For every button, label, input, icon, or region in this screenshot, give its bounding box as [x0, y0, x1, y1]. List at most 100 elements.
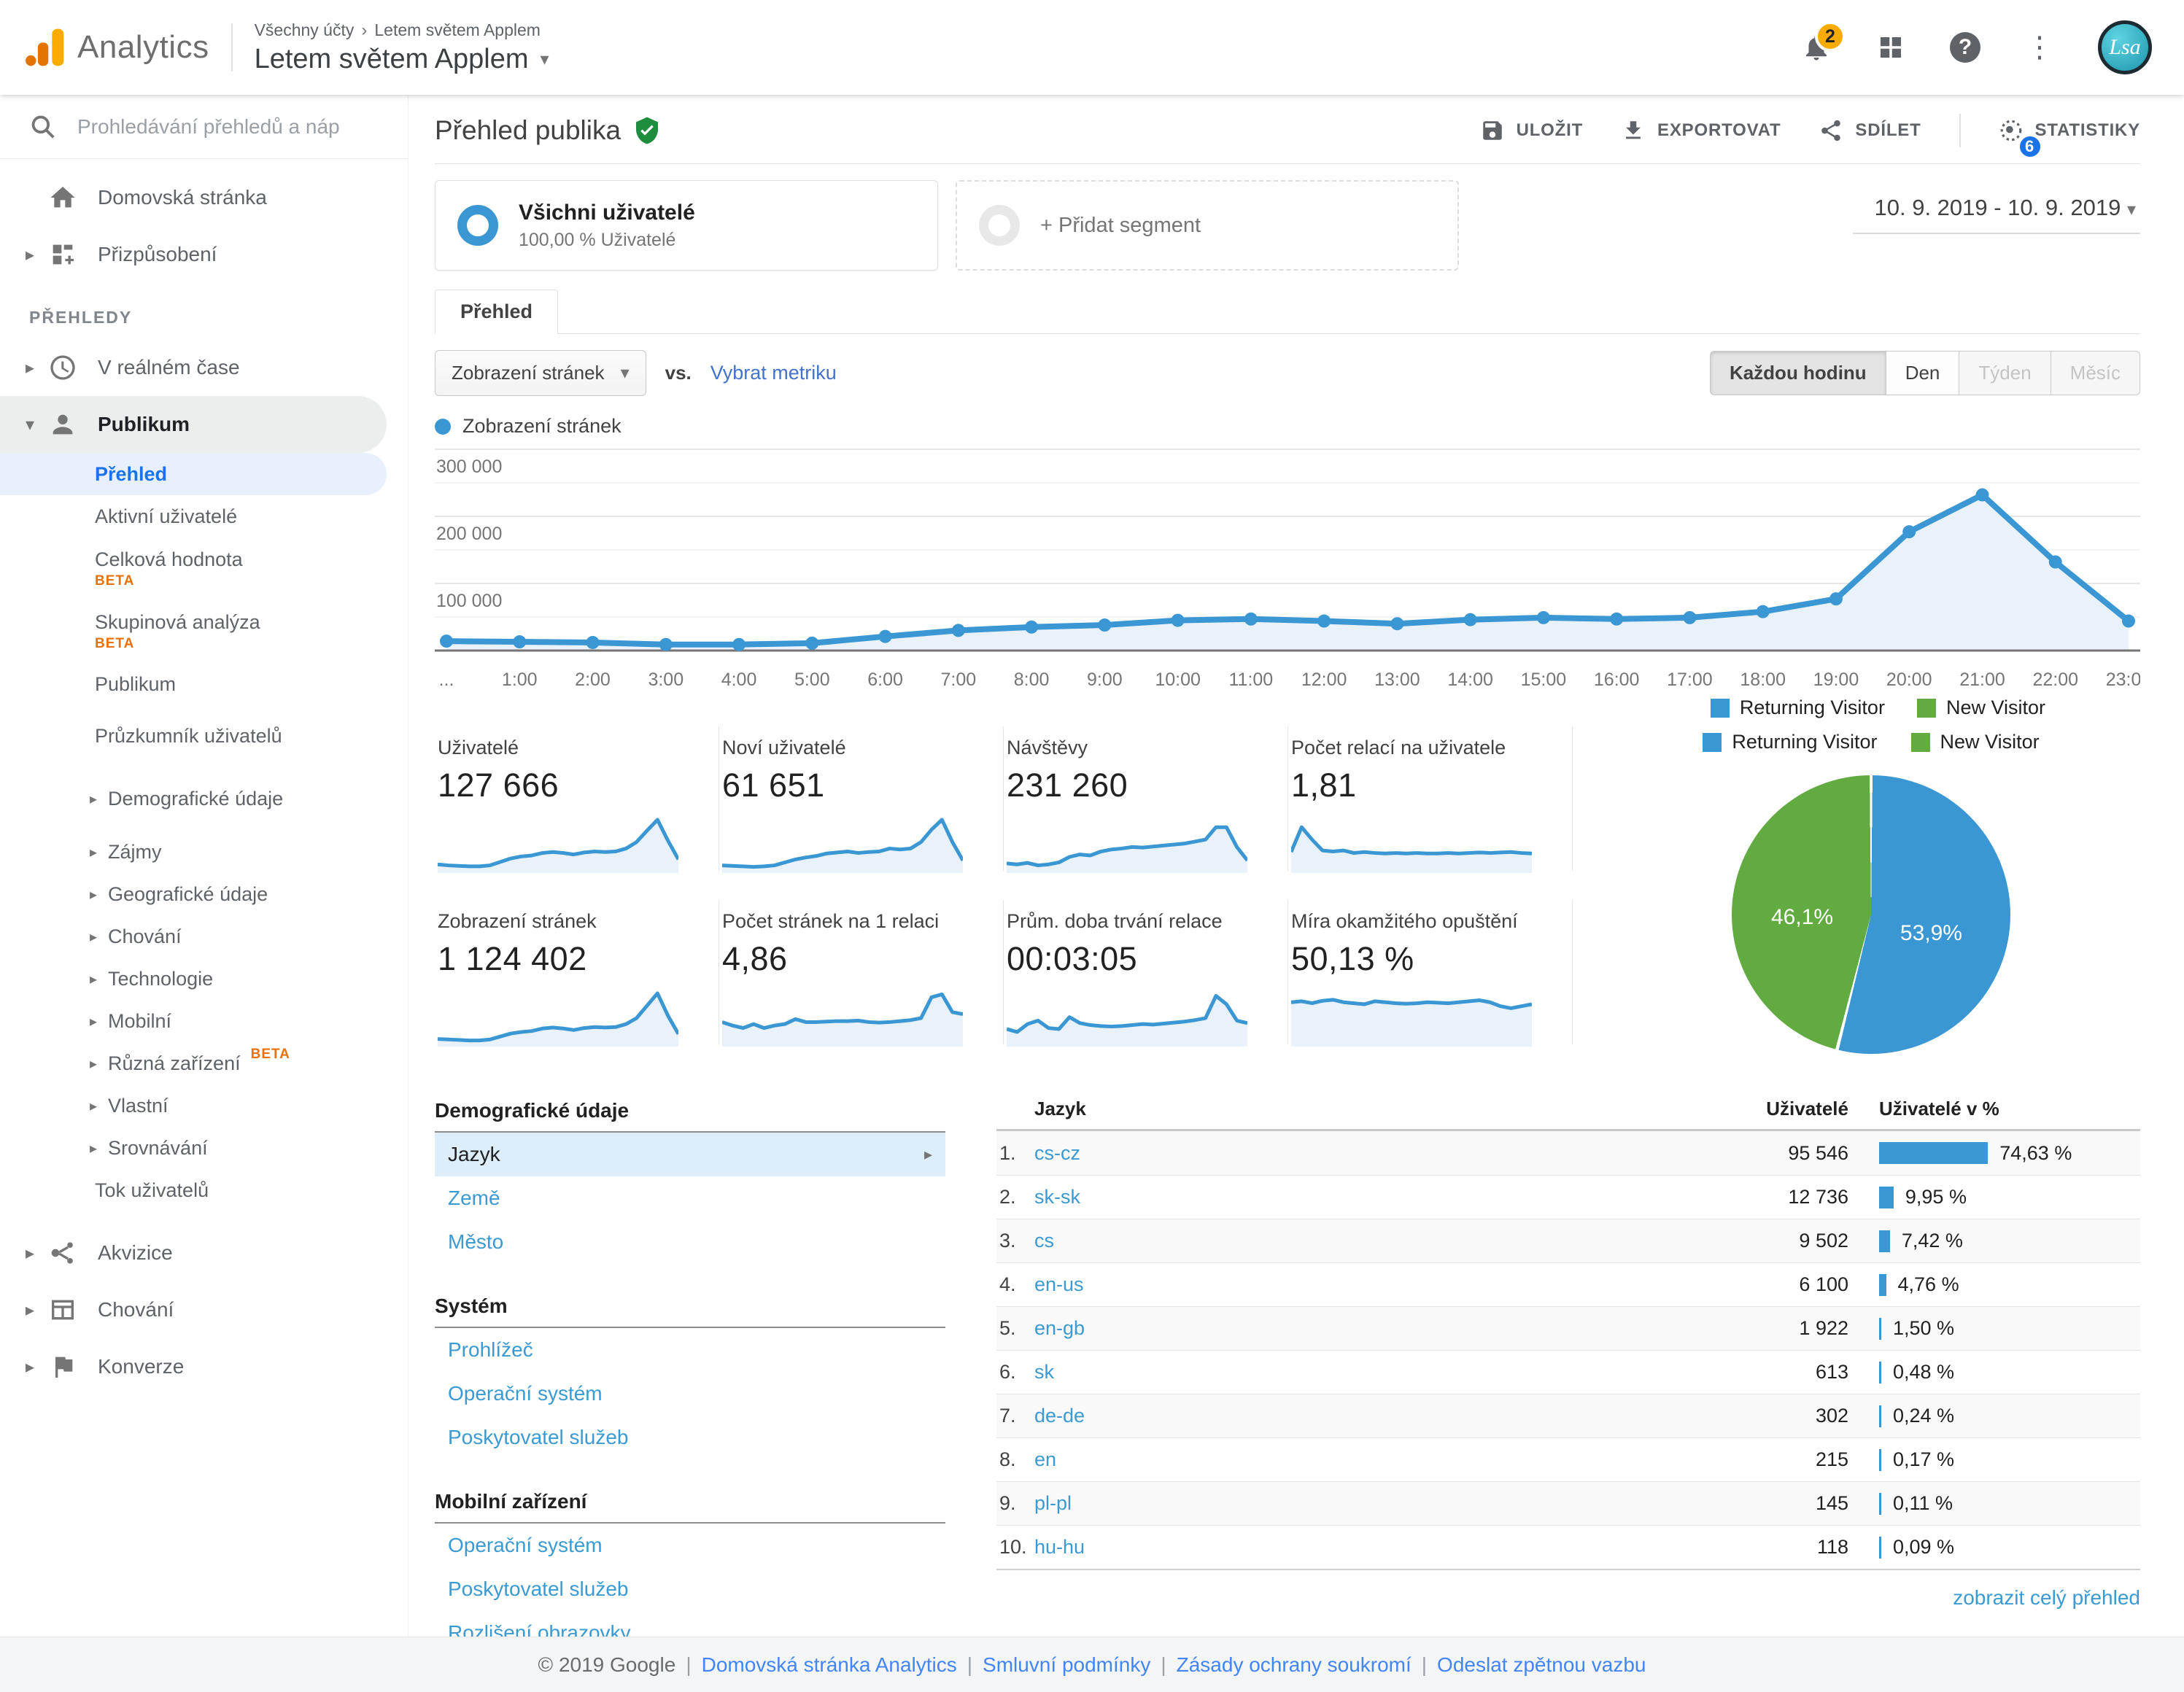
- footer-link-home[interactable]: Domovská stránka Analytics: [702, 1653, 957, 1677]
- dim-item-language[interactable]: Jazyk ▸: [435, 1133, 945, 1176]
- language-link[interactable]: cs-cz: [1034, 1142, 1630, 1165]
- language-link[interactable]: en-us: [1034, 1273, 1630, 1296]
- help-button[interactable]: ?: [1949, 31, 1981, 63]
- expand-arrow-icon[interactable]: ▸: [15, 244, 45, 265]
- sidebar-item-home[interactable]: Domovská stránka: [0, 169, 408, 226]
- sidebar-item-benchmarking[interactable]: ▸ Srovnávání: [0, 1127, 408, 1169]
- footer-link-feedback[interactable]: Odeslat zpětnou vazbu: [1437, 1653, 1646, 1677]
- search-input[interactable]: [77, 115, 390, 139]
- insights-button[interactable]: 6 STATISTIKY: [1999, 118, 2140, 143]
- metric-select-dropdown[interactable]: Zobrazení stránek ▾: [435, 350, 646, 396]
- expand-arrow-icon[interactable]: ▸: [79, 791, 108, 809]
- export-button[interactable]: EXPORTOVAT: [1621, 118, 1781, 143]
- sidebar-item-customization[interactable]: ▸ Přizpůsobení: [0, 226, 408, 283]
- dim-item-mobile-service-provider[interactable]: Poskytovatel služeb: [435, 1567, 945, 1611]
- expand-arrow-icon[interactable]: ▸: [79, 1139, 108, 1157]
- add-segment-button[interactable]: + Přidat segment: [956, 180, 1459, 271]
- language-link[interactable]: pl-pl: [1034, 1492, 1630, 1515]
- sidebar-item-technology[interactable]: ▸ Technologie: [0, 958, 408, 1000]
- sidebar-item-audience[interactable]: ▾ Publikum: [0, 396, 387, 453]
- svg-text:...: ...: [439, 670, 454, 690]
- expand-arrow-icon[interactable]: ▸: [79, 843, 108, 861]
- expand-arrow-icon[interactable]: ▸: [15, 1300, 45, 1321]
- granularity-week-button[interactable]: Týden: [1959, 351, 2051, 395]
- sparkline-chart: [1291, 812, 1532, 873]
- expand-arrow-icon[interactable]: ▸: [79, 970, 108, 988]
- expand-arrow-icon[interactable]: ▸: [15, 1357, 45, 1378]
- sidebar-item-behavior-audience[interactable]: ▸ Chování: [0, 915, 408, 958]
- dim-item-service-provider[interactable]: Poskytovatel služeb: [435, 1416, 945, 1459]
- sidebar-item-user-explorer[interactable]: Průzkumník uživatelů: [0, 705, 408, 768]
- expand-arrow-icon[interactable]: ▸: [79, 1055, 108, 1073]
- sidebar-item-lifetime-value[interactable]: Celková hodnota BETA: [0, 538, 408, 600]
- person-icon: [48, 410, 77, 439]
- apps-grid-button[interactable]: [1875, 31, 1907, 63]
- tab-overview[interactable]: Přehled: [435, 290, 558, 334]
- sidebar-item-realtime[interactable]: ▸ V reálném čase: [0, 339, 408, 396]
- save-button[interactable]: ULOŽIT: [1480, 118, 1583, 143]
- sidebar-item-mobile[interactable]: ▸ Mobilní: [0, 1000, 408, 1042]
- language-link[interactable]: sk-sk: [1034, 1186, 1630, 1208]
- breadcrumb-current[interactable]: Letem světem Applem: [374, 20, 541, 40]
- sidebar-item-cross-device[interactable]: ▸ Různá zařízení BETA: [0, 1042, 408, 1084]
- notifications-button[interactable]: 2: [1800, 31, 1832, 63]
- sidebar-item-users-flow[interactable]: Tok uživatelů: [0, 1169, 408, 1211]
- dim-item-os[interactable]: Operační systém: [435, 1372, 945, 1416]
- segment-all-users[interactable]: Všichni uživatelé 100,00 % Uživatelé: [435, 180, 938, 271]
- sidebar-search: [0, 95, 408, 159]
- table-row: 5. en-gb 1 922 1,50 %: [996, 1306, 2140, 1350]
- sidebar-item-behavior[interactable]: ▸ Chování: [0, 1281, 408, 1338]
- metric-card-avg-session-duration: Prům. doba trvání relace 00:03:05: [1004, 900, 1288, 1044]
- dim-item-browser[interactable]: Prohlížeč: [435, 1328, 945, 1372]
- column-header-users[interactable]: Uživatelé: [1630, 1098, 1848, 1120]
- percent-bar: [1879, 1318, 1881, 1340]
- language-link[interactable]: hu-hu: [1034, 1536, 1630, 1559]
- sidebar-item-custom[interactable]: ▸ Vlastní: [0, 1084, 408, 1127]
- share-button[interactable]: SDÍLET: [1819, 118, 1921, 143]
- column-header-users-pct[interactable]: Uživatelé v %: [1848, 1098, 2140, 1120]
- sidebar-item-interests[interactable]: ▸ Zájmy: [0, 831, 408, 873]
- sidebar-item-demographics[interactable]: ▸ Demografické údaje: [0, 768, 408, 831]
- expand-arrow-icon[interactable]: ▸: [15, 357, 45, 379]
- date-range-picker[interactable]: 10. 9. 2019 - 10. 9. 2019 ▾: [1853, 187, 2141, 234]
- granularity-hourly-button[interactable]: Každou hodinu: [1710, 351, 1886, 395]
- avatar[interactable]: Lsa: [2098, 20, 2152, 74]
- expand-arrow-icon[interactable]: ▸: [15, 1243, 45, 1264]
- sidebar-item-cohort-analysis[interactable]: Skupinová analýza BETA: [0, 600, 408, 663]
- column-header-language[interactable]: Jazyk: [996, 1098, 1630, 1120]
- language-link[interactable]: cs: [1034, 1230, 1630, 1252]
- footer-link-privacy[interactable]: Zásady ochrany soukromí: [1177, 1653, 1412, 1677]
- expand-arrow-icon[interactable]: ▸: [79, 1012, 108, 1031]
- sidebar-item-conversions[interactable]: ▸ Konverze: [0, 1338, 408, 1395]
- timeseries-chart[interactable]: 100 000200 000300 000...1:002:003:004:00…: [435, 442, 2140, 701]
- header-actions: 2 ? ⋮ Lsa: [1800, 20, 2152, 74]
- expand-arrow-icon[interactable]: ▸: [79, 928, 108, 946]
- visitor-type-pie-chart[interactable]: 53,9% 46,1%: [1732, 775, 2010, 1054]
- percent-bar: [1879, 1274, 1886, 1296]
- dim-item-city[interactable]: Město: [435, 1220, 945, 1264]
- language-link[interactable]: en-gb: [1034, 1317, 1630, 1340]
- sidebar-item-active-users[interactable]: Aktivní uživatelé: [0, 495, 408, 538]
- expand-arrow-icon[interactable]: ▸: [79, 885, 108, 904]
- footer-link-terms[interactable]: Smluvní podmínky: [983, 1653, 1150, 1677]
- sidebar-item-audiences[interactable]: Publikum: [0, 663, 408, 705]
- dim-item-screen-resolution[interactable]: Rozlišení obrazovky: [435, 1611, 945, 1637]
- sidebar-item-geo[interactable]: ▸ Geografické údaje: [0, 873, 408, 915]
- breadcrumb-root[interactable]: Všechny účty: [255, 20, 355, 40]
- granularity-month-button[interactable]: Měsíc: [2051, 351, 2140, 395]
- sidebar-item-audience-overview[interactable]: Přehled: [0, 453, 387, 495]
- sidebar-item-acquisition[interactable]: ▸ Akvizice: [0, 1225, 408, 1281]
- legend-square-blue-icon: [1711, 699, 1730, 718]
- dim-item-country[interactable]: Země: [435, 1176, 945, 1220]
- language-link[interactable]: en: [1034, 1448, 1630, 1471]
- overflow-menu-button[interactable]: ⋮: [2024, 31, 2056, 63]
- collapse-arrow-icon[interactable]: ▾: [15, 414, 45, 435]
- language-link[interactable]: sk: [1034, 1361, 1630, 1384]
- full-report-link[interactable]: zobrazit celý přehled: [1953, 1586, 2140, 1609]
- language-link[interactable]: de-de: [1034, 1405, 1630, 1427]
- granularity-day-button[interactable]: Den: [1886, 351, 1960, 395]
- pick-metric-link[interactable]: Vybrat metriku: [710, 362, 837, 384]
- dim-item-mobile-os[interactable]: Operační systém: [435, 1524, 945, 1567]
- account-switcher[interactable]: Letem světem Applem ▾: [255, 44, 549, 75]
- expand-arrow-icon[interactable]: ▸: [79, 1097, 108, 1115]
